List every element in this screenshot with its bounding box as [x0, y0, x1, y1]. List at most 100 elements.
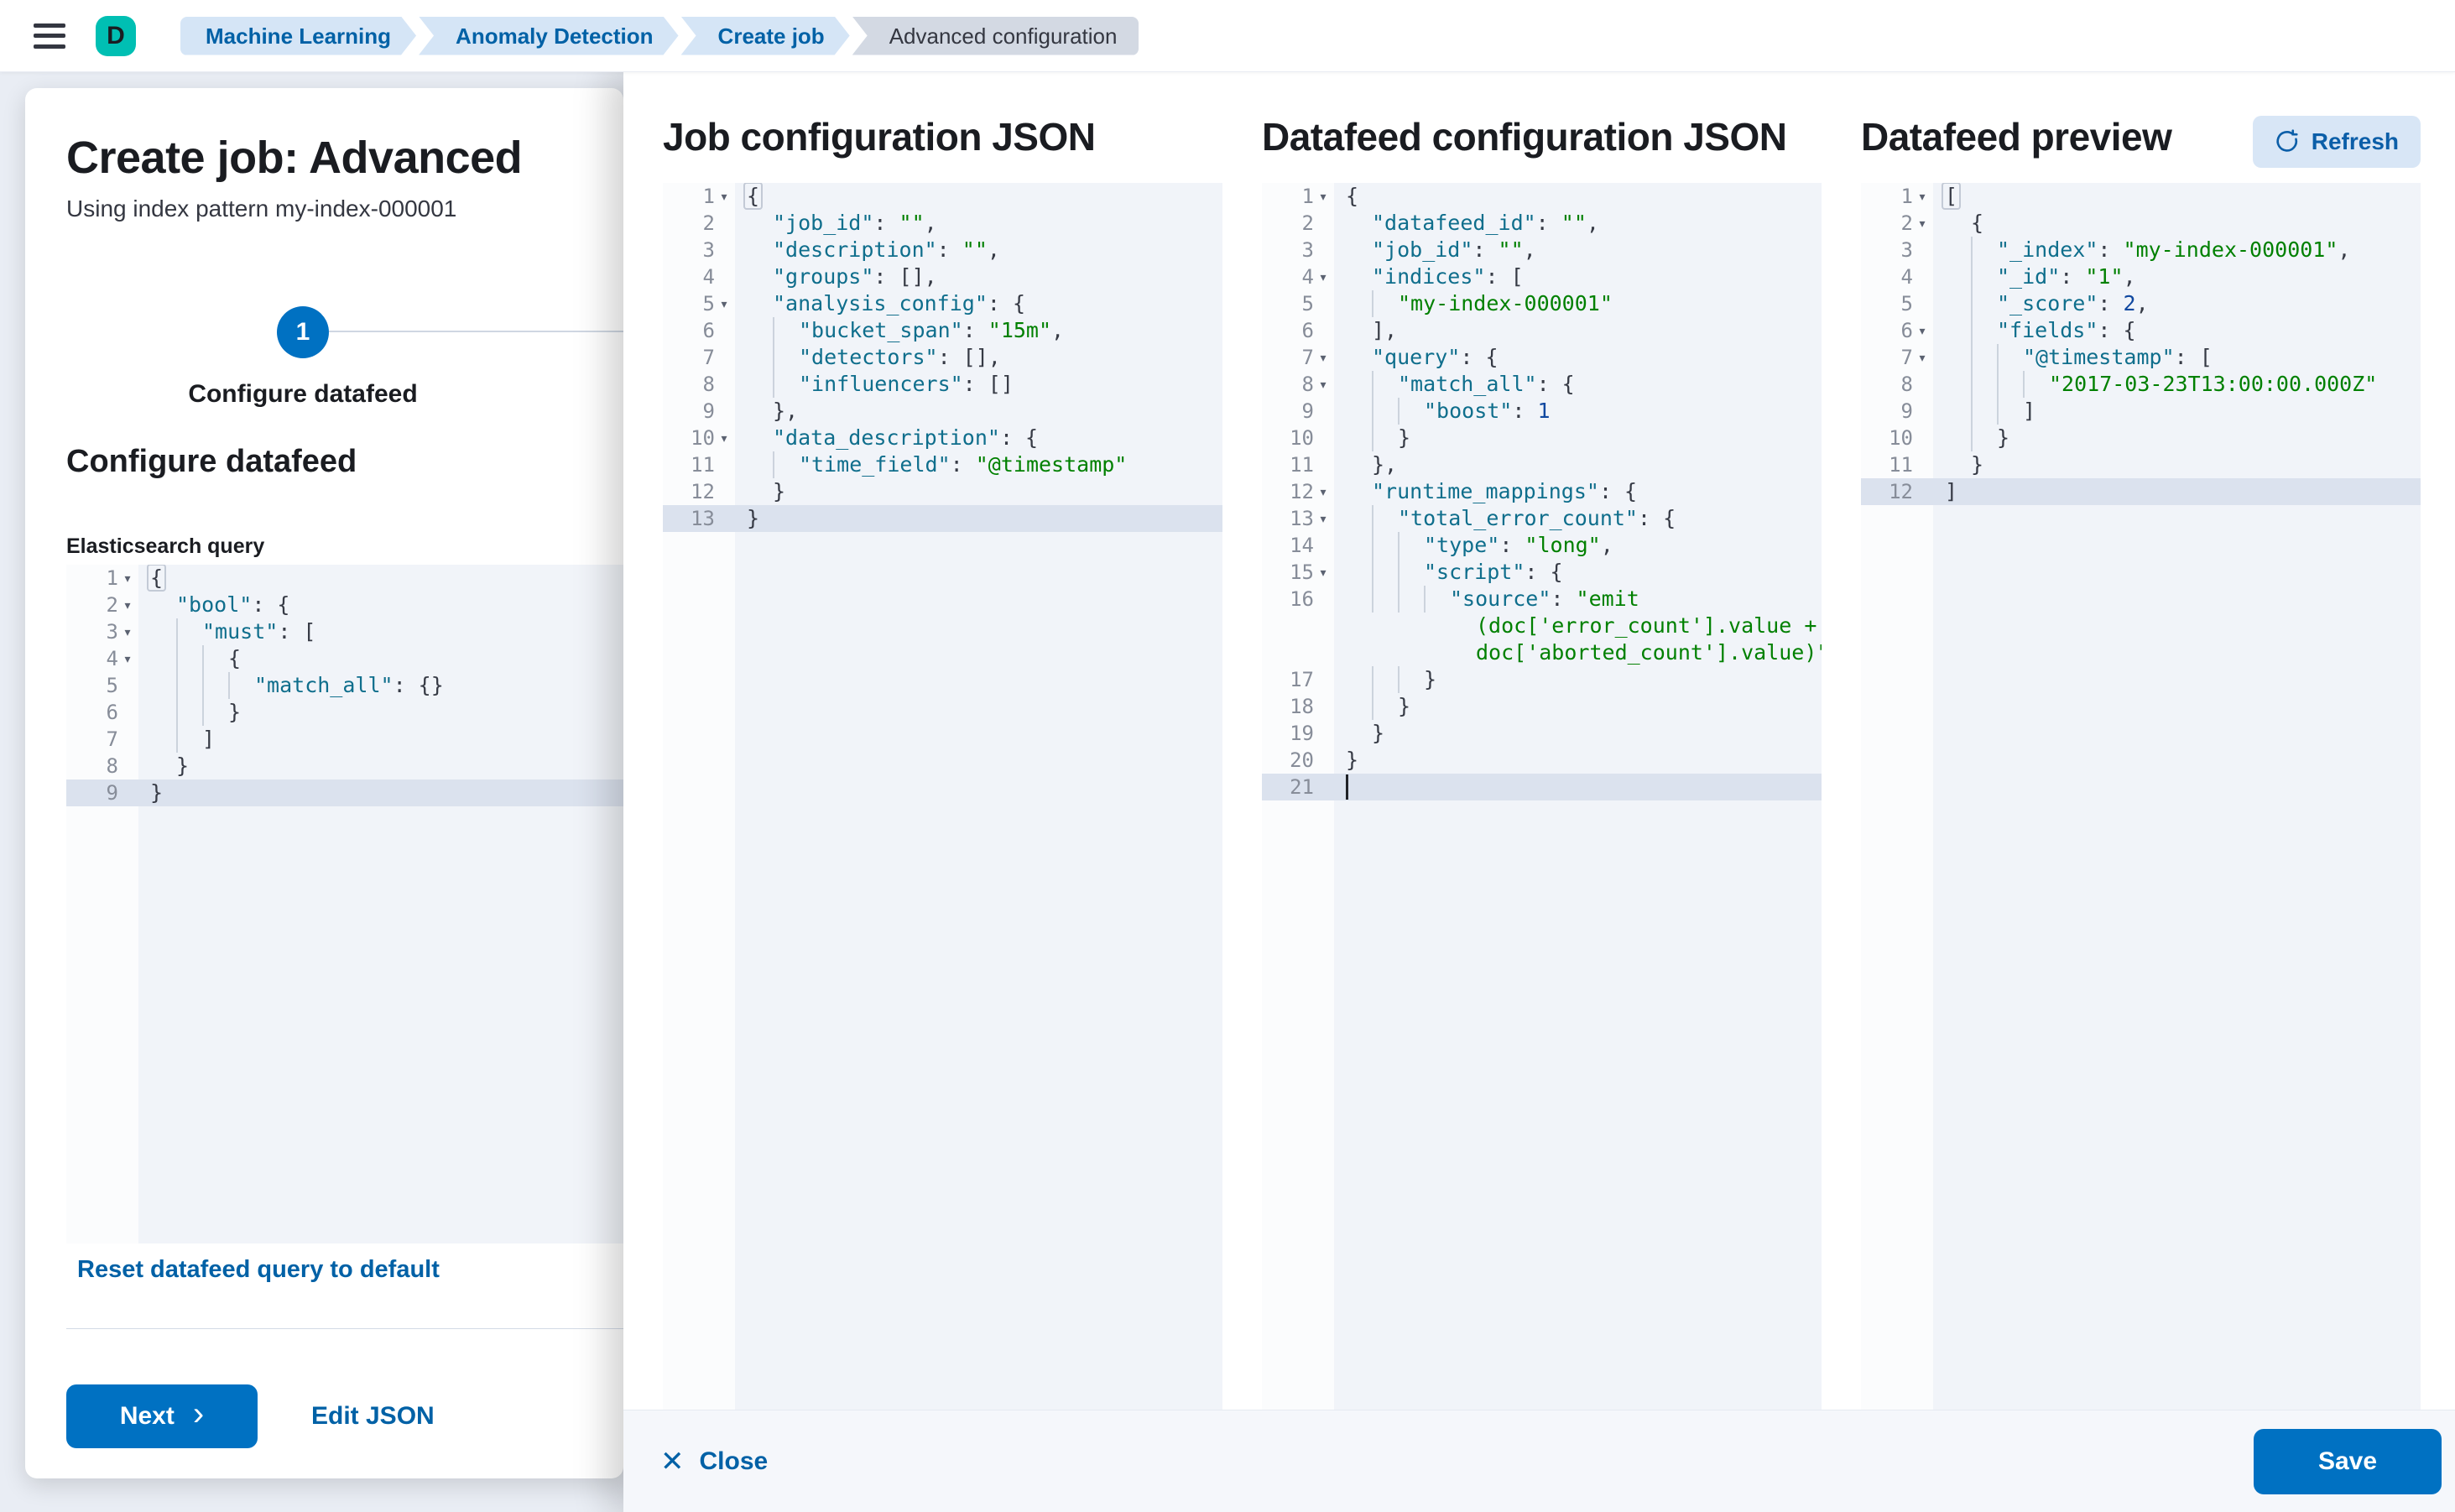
fold-arrow-icon[interactable]: ▾	[715, 297, 733, 311]
code-line[interactable]: 8▾"match_all": {	[1262, 371, 1822, 398]
code-line[interactable]: 5▾"analysis_config": {	[663, 290, 1222, 317]
code-line[interactable]: 6▾"fields": {	[1861, 317, 2421, 344]
code-line[interactable]: 10}	[1861, 425, 2421, 451]
code-line[interactable]: 12]	[1861, 478, 2421, 505]
close-icon: ✕	[660, 1447, 685, 1476]
breadcrumb: Machine Learning Anomaly Detection Creat…	[178, 17, 1139, 55]
space-avatar[interactable]: D	[96, 16, 136, 56]
code-line[interactable]: 1▾{	[1262, 183, 1822, 210]
fold-arrow-icon[interactable]: ▾	[1314, 270, 1332, 284]
code-line[interactable]: 7▾"@timestamp": [	[1861, 344, 2421, 371]
line-number: 16	[1262, 586, 1334, 613]
save-button[interactable]: Save	[2254, 1429, 2442, 1494]
code-line[interactable]: doc['aborted_count'].value)"	[1262, 639, 1822, 666]
code-line[interactable]: 12}	[663, 478, 1222, 505]
code-line[interactable]: 9"boost": 1	[1262, 398, 1822, 425]
code-line[interactable]: 5"my-index-000001"	[1262, 290, 1822, 317]
code-line[interactable]: 21	[1262, 774, 1822, 800]
fold-arrow-icon[interactable]: ▾	[715, 431, 733, 446]
fold-arrow-icon[interactable]: ▾	[1314, 351, 1332, 365]
code-line[interactable]: 5"_score": 2,	[1861, 290, 2421, 317]
code-line[interactable]: 2"datafeed_id": "",	[1262, 210, 1822, 237]
breadcrumb-create-job[interactable]: Create job	[681, 17, 850, 55]
code-line[interactable]: 2"job_id": "",	[663, 210, 1222, 237]
code-line[interactable]: 5"match_all": {}	[66, 672, 623, 699]
line-number: 12	[663, 478, 735, 505]
code-line[interactable]: 9}	[66, 779, 623, 806]
fold-arrow-icon[interactable]: ▾	[1314, 378, 1332, 392]
next-button[interactable]: Next ›	[66, 1384, 258, 1448]
code-line[interactable]: 1▾{	[66, 565, 623, 592]
es-query-editor[interactable]: 1▾{2▾"bool": {3▾"must": [4▾{5"match_all"…	[66, 565, 623, 1243]
hamburger-menu-icon[interactable]	[34, 23, 65, 49]
fold-arrow-icon[interactable]: ▾	[118, 652, 137, 666]
code-line[interactable]: 3"description": "",	[663, 237, 1222, 263]
code-line[interactable]: 7▾"query": {	[1262, 344, 1822, 371]
code-line[interactable]: 7]	[66, 726, 623, 753]
datafeed-config-editor[interactable]: 1▾{2"datafeed_id": "",3"job_id": "",4▾"i…	[1262, 183, 1822, 1410]
step-1-label: Configure datafeed	[135, 380, 471, 409]
fold-arrow-icon[interactable]: ▾	[118, 571, 137, 586]
code-line[interactable]: 4▾"indices": [	[1262, 263, 1822, 290]
breadcrumb-anomaly-detection[interactable]: Anomaly Detection	[419, 17, 679, 55]
code-line[interactable]: 3▾"must": [	[66, 618, 623, 645]
job-config-column: Job configuration JSON 1▾{2"job_id": "",…	[663, 114, 1222, 1410]
breadcrumb-machine-learning[interactable]: Machine Learning	[180, 17, 416, 55]
code-line[interactable]: 2▾"bool": {	[66, 592, 623, 618]
code-line[interactable]: 11}	[1861, 451, 2421, 478]
job-config-editor[interactable]: 1▾{2"job_id": "",3"description": "",4"gr…	[663, 183, 1222, 1410]
code-line[interactable]: 3"job_id": "",	[1262, 237, 1822, 263]
code-line[interactable]: 8}	[66, 753, 623, 779]
fold-arrow-icon[interactable]: ▾	[118, 598, 137, 613]
code-line[interactable]: 13}	[663, 505, 1222, 532]
reset-datafeed-query-link[interactable]: Reset datafeed query to default	[77, 1256, 440, 1284]
code-line[interactable]: 6"bucket_span": "15m",	[663, 317, 1222, 344]
code-line[interactable]: 17}	[1262, 666, 1822, 693]
code-line[interactable]: 10▾"data_description": {	[663, 425, 1222, 451]
code-line[interactable]: 6}	[66, 699, 623, 726]
fold-arrow-icon[interactable]: ▾	[1314, 485, 1332, 499]
code-line[interactable]: 20}	[1262, 747, 1822, 774]
fold-arrow-icon[interactable]: ▾	[1913, 216, 1931, 231]
code-line[interactable]: 11},	[1262, 451, 1822, 478]
close-button[interactable]: ✕ Close	[660, 1447, 768, 1476]
fold-arrow-icon[interactable]: ▾	[118, 625, 137, 639]
line-number: 2	[663, 210, 735, 237]
fold-arrow-icon[interactable]: ▾	[1314, 566, 1332, 580]
code-line[interactable]: 13▾"total_error_count": {	[1262, 505, 1822, 532]
breadcrumb-advanced-configuration: Advanced configuration	[852, 17, 1139, 55]
edit-json-link[interactable]: Edit JSON	[311, 1402, 435, 1431]
line-number: 8	[66, 753, 138, 779]
code-line[interactable]: 16"source": "emit	[1262, 586, 1822, 613]
code-line[interactable]: 3"_index": "my-index-000001",	[1861, 237, 2421, 263]
code-line[interactable]: 8"2017-03-23T13:00:00.000Z"	[1861, 371, 2421, 398]
datafeed-preview-editor[interactable]: 1▾[2▾{3"_index": "my-index-000001",4"_id…	[1861, 183, 2421, 1410]
code-line[interactable]: 10}	[1262, 425, 1822, 451]
code-line[interactable]: 4"_id": "1",	[1861, 263, 2421, 290]
refresh-button[interactable]: Refresh	[2253, 116, 2421, 168]
code-line[interactable]: 11"time_field": "@timestamp"	[663, 451, 1222, 478]
code-line[interactable]: 8"influencers": []	[663, 371, 1222, 398]
step-1-circle[interactable]: 1	[277, 306, 329, 358]
code-line[interactable]: (doc['error_count'].value +	[1262, 613, 1822, 639]
code-line[interactable]: 1▾{	[663, 183, 1222, 210]
fold-arrow-icon[interactable]: ▾	[715, 190, 733, 204]
code-line[interactable]: 15▾"script": {	[1262, 559, 1822, 586]
fold-arrow-icon[interactable]: ▾	[1314, 190, 1332, 204]
fold-arrow-icon[interactable]: ▾	[1913, 351, 1931, 365]
code-line[interactable]: 19}	[1262, 720, 1822, 747]
code-line[interactable]: 1▾[	[1861, 183, 2421, 210]
fold-arrow-icon[interactable]: ▾	[1314, 512, 1332, 526]
code-line[interactable]: 18}	[1262, 693, 1822, 720]
code-line[interactable]: 6],	[1262, 317, 1822, 344]
code-line[interactable]: 9},	[663, 398, 1222, 425]
code-line[interactable]: 7"detectors": [],	[663, 344, 1222, 371]
fold-arrow-icon[interactable]: ▾	[1913, 190, 1931, 204]
code-line[interactable]: 12▾"runtime_mappings": {	[1262, 478, 1822, 505]
code-line[interactable]: 14"type": "long",	[1262, 532, 1822, 559]
code-line[interactable]: 2▾{	[1861, 210, 2421, 237]
code-line[interactable]: 4▾{	[66, 645, 623, 672]
fold-arrow-icon[interactable]: ▾	[1913, 324, 1931, 338]
code-line[interactable]: 4"groups": [],	[663, 263, 1222, 290]
code-line[interactable]: 9]	[1861, 398, 2421, 425]
